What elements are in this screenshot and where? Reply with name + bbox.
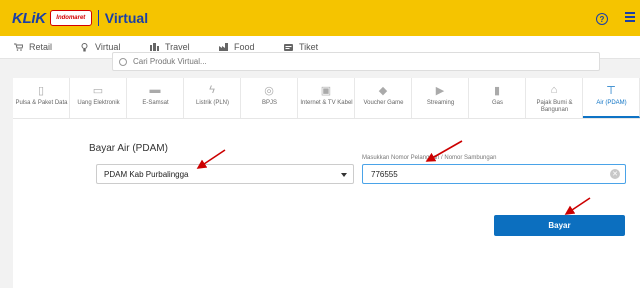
tab-pulsa[interactable]: ▯ Pulsa & Paket Data (13, 78, 70, 118)
tab-listrik[interactable]: ϟ Listrik (PLN) (184, 78, 241, 118)
car-icon: ▬ (149, 84, 161, 96)
tab-uang-elektronik[interactable]: ▭ Uang Elektronik (70, 78, 127, 118)
lightbulb-icon (80, 42, 89, 51)
logo-divider (97, 10, 99, 26)
nav-tiket-label: Tiket (299, 42, 319, 52)
chevron-down-icon (341, 173, 347, 177)
tab-label: Air (PDAM) (596, 100, 627, 106)
tab-air-pdam[interactable]: ⊤ Air (PDAM) (583, 78, 640, 118)
tab-gas[interactable]: ▮ Gas (469, 78, 526, 118)
gamepad-icon: ◆ (378, 84, 388, 97)
tab-bpjs[interactable]: ◎ BPJS (241, 78, 298, 118)
tv-icon: ▣ (320, 84, 332, 97)
shield-icon: ◎ (264, 84, 274, 97)
hamburger-menu-icon[interactable] (625, 12, 635, 24)
tab-streaming[interactable]: ▶ Streaming (412, 78, 469, 118)
customer-number-label: Masukkan Nomor Pelanggan / Nomor Sambung… (362, 155, 497, 161)
tab-label: Pulsa & Paket Data (15, 100, 68, 106)
tab-label: Streaming (426, 100, 455, 106)
tab-e-samsat[interactable]: ▬ E-Samsat (127, 78, 184, 118)
tab-label: E-Samsat (142, 100, 169, 106)
tab-label: Voucher Game (363, 100, 404, 106)
ticket-icon (284, 43, 293, 51)
nav-virtual-label: Virtual (95, 42, 121, 52)
money-icon: ▭ (92, 84, 104, 97)
search-input[interactable] (131, 56, 575, 67)
nav-food-label: Food (234, 42, 255, 52)
tab-label: Internet & TV Kabel (300, 100, 353, 106)
product-category-tabs: ▯ Pulsa & Paket Data ▭ Uang Elektronik ▬ E-… (13, 78, 640, 119)
logo-klik-text: KLiK (12, 9, 46, 27)
search-bar[interactable] (112, 52, 600, 71)
tab-label: BPJS (261, 100, 277, 106)
factory-icon (219, 43, 228, 51)
tab-label: Gas (491, 100, 503, 106)
nav-travel-label: Travel (165, 42, 190, 52)
form-title: Bayar Air (PDAM) (89, 143, 168, 154)
house-icon: ⌂ (550, 84, 558, 96)
customer-number-input[interactable] (369, 169, 603, 180)
faucet-icon: ⊤ (606, 84, 616, 97)
brand-logo[interactable]: KLiK Indomaret Virtual (12, 9, 148, 27)
tab-label: Pajak Bumi & Bangunan (536, 100, 573, 113)
building-icon (150, 43, 159, 51)
region-select[interactable]: PDAM Kab Purbalingga (96, 164, 354, 184)
clear-icon[interactable]: ✕ (610, 169, 620, 179)
help-icon[interactable]: ? (596, 13, 608, 25)
search-icon (119, 57, 127, 66)
nav-retail[interactable]: Retail (14, 40, 52, 54)
tab-internet-tv[interactable]: ▣ Internet & TV Kabel (298, 78, 355, 118)
play-icon: ▶ (435, 84, 445, 97)
tab-voucher-game[interactable]: ◆ Voucher Game (355, 78, 412, 118)
lightning-icon: ϟ (209, 84, 215, 96)
tab-pbb[interactable]: ⌂ Pajak Bumi & Bangunan (526, 78, 583, 118)
indomaret-logo-text: Indomaret (56, 15, 86, 21)
gas-icon: ▮ (493, 84, 501, 97)
tab-label: Listrik (PLN) (195, 100, 229, 106)
phone-icon: ▯ (37, 84, 45, 97)
page-title: Virtual (104, 10, 149, 26)
tab-label: Uang Elektronik (77, 100, 120, 106)
region-select-value: PDAM Kab Purbalingga (104, 170, 189, 179)
indomaret-logo: Indomaret (49, 10, 92, 26)
customer-number-field[interactable]: ✕ (362, 164, 626, 184)
nav-retail-label: Retail (29, 42, 53, 52)
pay-button[interactable]: Bayar (494, 215, 625, 236)
cart-icon (14, 43, 23, 51)
top-bar: KLiK Indomaret Virtual ? (0, 0, 640, 36)
